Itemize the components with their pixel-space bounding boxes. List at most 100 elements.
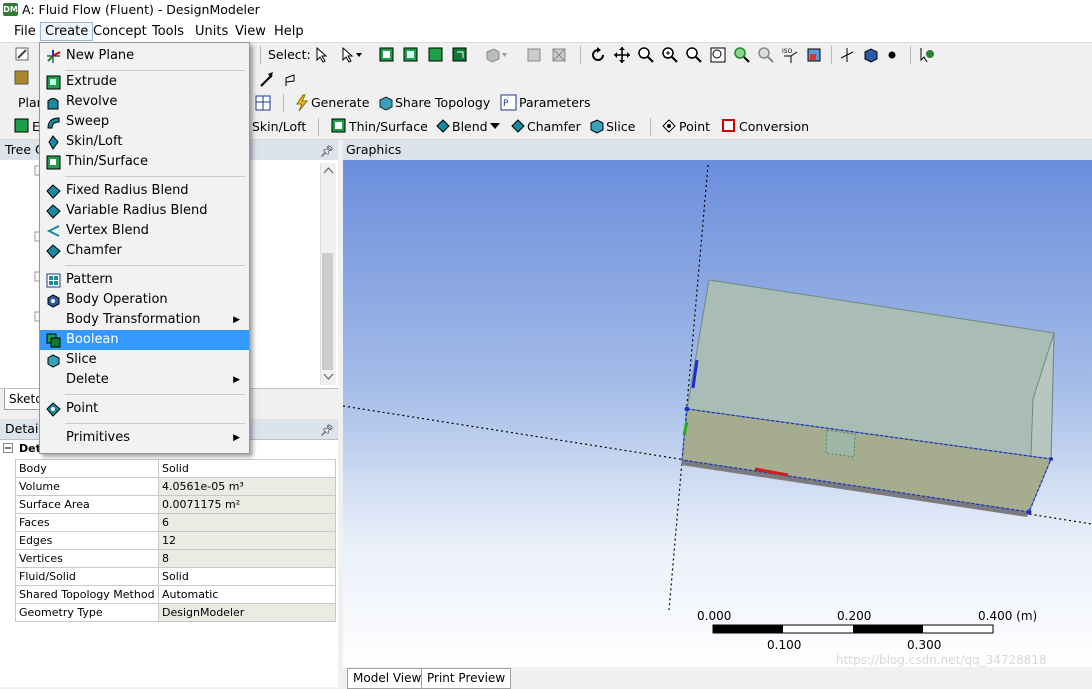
menu-body-operation[interactable]: Body Operation xyxy=(40,290,249,310)
table-row[interactable]: Shared Topology Method Automatic xyxy=(15,585,336,604)
share-topology-icon[interactable] xyxy=(377,94,395,112)
parameters-button[interactable]: Parameters xyxy=(519,94,591,112)
display-model-icon[interactable] xyxy=(838,46,856,64)
menu-pattern[interactable]: Pattern xyxy=(40,270,249,290)
menu-boolean[interactable]: Boolean xyxy=(40,330,249,350)
conversion-button[interactable]: Conversion xyxy=(739,118,809,136)
scroll-up-icon[interactable] xyxy=(323,167,334,175)
zoom-box-icon[interactable] xyxy=(685,46,703,64)
point-icon[interactable] xyxy=(661,118,679,136)
menu-revolve[interactable]: Revolve xyxy=(40,92,249,112)
prop-value[interactable]: Automatic xyxy=(158,585,336,604)
extrude-icon[interactable] xyxy=(14,118,32,136)
pin-icon[interactable]: 📌︎ xyxy=(320,142,334,162)
display-points-icon[interactable] xyxy=(884,46,902,64)
chamfer-icon[interactable] xyxy=(510,118,528,136)
blend-icon[interactable] xyxy=(435,118,453,136)
tab-model-view[interactable]: Model View xyxy=(347,668,428,689)
zoom-to-fit-icon[interactable] xyxy=(733,46,751,64)
select-edges-icon[interactable] xyxy=(402,46,420,64)
select-points-icon[interactable] xyxy=(378,46,396,64)
table-row[interactable]: Body Solid xyxy=(15,459,336,478)
prop-value[interactable]: Solid xyxy=(158,567,336,586)
table-row[interactable]: Fluid/Solid Solid xyxy=(15,567,336,586)
generate-button[interactable]: Generate xyxy=(311,94,369,112)
magnifier-icon[interactable] xyxy=(757,46,775,64)
display-plane-icon[interactable] xyxy=(805,46,823,64)
menu-body-transformation[interactable]: Body Transformation ▶ xyxy=(40,310,249,330)
table-row[interactable]: Faces 6 xyxy=(15,513,336,532)
look-at-icon[interactable] xyxy=(258,70,276,88)
extend-selection-icon[interactable] xyxy=(484,46,507,64)
box-select-icon[interactable] xyxy=(525,46,543,64)
chamfer-button[interactable]: Chamfer xyxy=(527,118,581,136)
thin-surface-icon[interactable] xyxy=(331,118,349,136)
shade-icon[interactable] xyxy=(14,70,32,88)
toolbar-divider xyxy=(650,118,651,136)
table-row[interactable]: Surface Area 0.0071175 m² xyxy=(15,495,336,514)
select-mode-icon[interactable] xyxy=(314,46,332,64)
menu-extrude[interactable]: Extrude xyxy=(40,72,249,92)
submenu-arrow-icon: ▶ xyxy=(233,315,240,325)
select-faces-icon[interactable] xyxy=(427,46,445,64)
blend-dropdown-icon[interactable] xyxy=(489,120,507,138)
display-body-icon[interactable] xyxy=(862,46,880,64)
iso-view-icon[interactable]: ISO xyxy=(781,46,799,64)
menu-chamfer[interactable]: Chamfer xyxy=(40,241,249,261)
menu-slice[interactable]: Slice xyxy=(40,350,249,370)
toolbar-divider xyxy=(580,46,581,64)
select-filter-icon[interactable] xyxy=(340,46,362,64)
menu-file[interactable]: File xyxy=(10,23,40,40)
rotate-icon[interactable] xyxy=(589,46,607,64)
parameters-grid-icon[interactable] xyxy=(254,94,272,112)
menu-help[interactable]: Help xyxy=(270,23,308,40)
help-query-icon[interactable] xyxy=(918,46,936,64)
svg-text:P: P xyxy=(503,99,509,109)
menu-sweep[interactable]: Sweep xyxy=(40,112,249,132)
conversion-icon[interactable] xyxy=(721,118,739,136)
menu-units[interactable]: Units xyxy=(191,23,232,40)
menu-create[interactable]: Create xyxy=(40,22,94,41)
box-select-alt-icon[interactable] xyxy=(550,46,568,64)
zoom-icon[interactable] xyxy=(637,46,655,64)
menu-point[interactable]: Point xyxy=(40,399,249,419)
menu-fixed-radius-blend[interactable]: Fixed Radius Blend xyxy=(40,181,249,201)
skin-loft-button[interactable]: Skin/Loft xyxy=(252,118,306,136)
menu-skin-loft[interactable]: Skin/Loft xyxy=(40,132,249,152)
table-row[interactable]: Volume 4.0561e-05 m³ xyxy=(15,477,336,496)
zoom-fit-icon[interactable] xyxy=(709,46,727,64)
collapse-icon[interactable] xyxy=(3,443,13,453)
generate-icon[interactable] xyxy=(294,94,312,112)
new-sketch-icon[interactable] xyxy=(14,46,32,64)
zoom-in-icon[interactable] xyxy=(661,46,679,64)
menu-tools[interactable]: Tools xyxy=(148,23,188,40)
table-row[interactable]: Vertices 8 xyxy=(15,549,336,568)
pan-icon[interactable] xyxy=(613,46,631,64)
model-view-canvas[interactable]: 0.000 0.200 0.400 (m) 0.100 0.300 https:… xyxy=(343,160,1092,667)
menu-primitives[interactable]: Primitives ▶ xyxy=(40,428,249,448)
slice-icon[interactable] xyxy=(589,118,607,136)
prop-value[interactable]: Solid xyxy=(158,459,336,478)
menu-vertex-blend[interactable]: Vertex Blend xyxy=(40,221,249,241)
pin-icon[interactable]: 📌︎ xyxy=(320,421,334,441)
tab-print-preview[interactable]: Print Preview xyxy=(421,668,512,689)
point-button[interactable]: Point xyxy=(679,118,710,136)
graphics-viewport[interactable]: 0.000 0.200 0.400 (m) 0.100 0.300 https:… xyxy=(343,160,1092,667)
table-row[interactable]: Edges 12 xyxy=(15,531,336,550)
menu-view[interactable]: View xyxy=(231,23,270,40)
thin-surface-button[interactable]: Thin/Surface xyxy=(349,118,428,136)
flag-icon[interactable] xyxy=(282,70,300,88)
table-row[interactable]: Geometry Type DesignModeler xyxy=(15,603,336,622)
menu-thin-surface[interactable]: Thin/Surface xyxy=(40,152,249,172)
parameters-icon[interactable]: P xyxy=(500,94,518,112)
menu-concept[interactable]: Concept xyxy=(89,23,151,40)
select-bodies-icon[interactable] xyxy=(451,46,469,64)
menu-variable-radius-blend[interactable]: Variable Radius Blend xyxy=(40,201,249,221)
share-topology-button[interactable]: Share Topology xyxy=(395,94,490,112)
tree-scrollbar-thumb[interactable] xyxy=(322,253,333,370)
slice-button[interactable]: Slice xyxy=(606,118,635,136)
menu-new-plane[interactable]: New Plane xyxy=(40,46,249,66)
menu-delete[interactable]: Delete ▶ xyxy=(40,370,249,390)
blend-button[interactable]: Blend xyxy=(452,118,488,136)
scroll-down-icon[interactable] xyxy=(323,373,334,381)
